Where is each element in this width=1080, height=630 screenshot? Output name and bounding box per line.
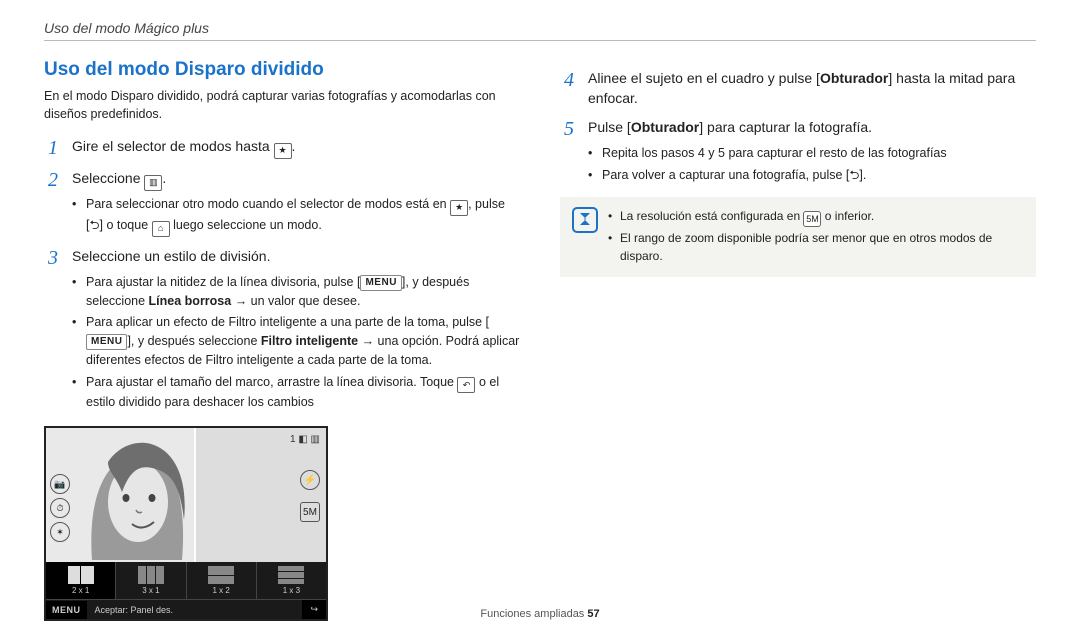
step-2-sub: Para seleccionar otro modo cuando el sel… bbox=[72, 195, 520, 237]
preview-left-icons: 📷 ⏱ ✶ bbox=[50, 474, 70, 542]
resolution-icon: 5M bbox=[803, 211, 821, 227]
thumb-3x1[interactable]: 3 x 1 bbox=[116, 562, 186, 599]
settings-icon: ✶ bbox=[50, 522, 70, 542]
step-number: 5 bbox=[560, 118, 578, 140]
mode-dial-icon: ★ bbox=[274, 143, 292, 159]
note-text: El rango de zoom disponible podría ser m… bbox=[608, 229, 1024, 265]
preview-right-icons: ⚡ 5M bbox=[300, 470, 320, 522]
page-number: 57 bbox=[587, 608, 599, 620]
camera-mode-icon: 📷 bbox=[50, 474, 70, 494]
thumb-label: 2 x 1 bbox=[46, 586, 115, 595]
note-text: La resolución está configurada en bbox=[620, 209, 803, 223]
face-illustration bbox=[72, 432, 192, 560]
step-text: Seleccione un estilo de división. bbox=[72, 247, 270, 269]
note-box: La resolución está configurada en 5M o i… bbox=[560, 197, 1036, 278]
thumb-label: 1 x 2 bbox=[187, 586, 256, 595]
layout-thumbs: 2 x 1 3 x 1 1 x 2 1 x 3 bbox=[46, 562, 326, 599]
thumb-label: 3 x 1 bbox=[116, 586, 185, 595]
back-key-icon: ⮌ bbox=[89, 218, 99, 232]
thumb-1x2[interactable]: 1 x 2 bbox=[187, 562, 257, 599]
step-number: 2 bbox=[44, 169, 62, 191]
preview-topright-icons: 1 ◧ ▥ bbox=[290, 434, 320, 445]
step-2: 2 Seleccione ▥. bbox=[44, 169, 520, 191]
sub-bold: Línea borrosa bbox=[149, 294, 232, 308]
step-number: 3 bbox=[44, 247, 62, 269]
sub-text: → un valor que desee. bbox=[231, 294, 360, 308]
page-title: Uso del modo Disparo dividido bbox=[44, 59, 520, 81]
step-text: Seleccione bbox=[72, 170, 144, 186]
step-3: 3 Seleccione un estilo de división. bbox=[44, 247, 520, 269]
info-icon bbox=[572, 207, 598, 233]
mode-dial-icon: ★ bbox=[450, 200, 468, 216]
timer-icon: ⏱ bbox=[50, 498, 70, 518]
sub-bold: Filtro inteligente bbox=[261, 334, 358, 348]
step-text: Alinee el sujeto en el cuadro y pulse [ bbox=[588, 70, 820, 86]
counter-icon: 1 ◧ ▥ bbox=[290, 434, 320, 445]
menu-button-icon: MENU bbox=[360, 275, 401, 291]
lead-text: En el modo Disparo dividido, podrá captu… bbox=[44, 87, 520, 123]
step-5: 5 Pulse [Obturador] para capturar la fot… bbox=[560, 118, 1036, 140]
menu-button-icon: MENU bbox=[86, 334, 127, 350]
step-bold: Obturador bbox=[820, 70, 888, 86]
step-text: Pulse [ bbox=[588, 119, 631, 135]
sub-text: ], y después seleccione bbox=[127, 334, 260, 348]
step-4: 4 Alinee el sujeto en el cuadro y pulse … bbox=[560, 69, 1036, 108]
step-text: . bbox=[162, 170, 166, 186]
sub-text: Repita los pasos 4 y 5 para capturar el … bbox=[588, 144, 1036, 163]
sub-text: Para ajustar la nitidez de la línea divi… bbox=[86, 275, 360, 289]
step-number: 1 bbox=[44, 137, 62, 159]
step-number: 4 bbox=[560, 69, 578, 108]
thumb-label: 1 x 3 bbox=[257, 586, 326, 595]
undo-icon: ↶ bbox=[457, 377, 475, 393]
thumb-2x1[interactable]: 2 x 1 bbox=[46, 562, 116, 599]
sub-text: Para volver a capturar una fotografía, p… bbox=[602, 168, 849, 182]
sub-text: Para ajustar el tamaño del marco, arrast… bbox=[86, 375, 457, 389]
sub-text: Para seleccionar otro modo cuando el sel… bbox=[86, 197, 450, 211]
note-text: o inferior. bbox=[821, 209, 874, 223]
step-text: ] para capturar la fotografía. bbox=[699, 119, 872, 135]
split-shot-icon: ▥ bbox=[144, 175, 162, 191]
sub-text: luego seleccione un modo. bbox=[170, 218, 322, 232]
home-icon: ⌂ bbox=[152, 221, 170, 237]
step-5-sub: Repita los pasos 4 y 5 para capturar el … bbox=[588, 144, 1036, 185]
step-3-sub: Para ajustar la nitidez de la línea divi… bbox=[72, 273, 520, 412]
camera-preview-figure: 📷 ⏱ ✶ 1 ◧ ▥ ⚡ 5M bbox=[44, 426, 328, 621]
footer-label: Funciones ampliadas bbox=[480, 608, 587, 620]
thumb-1x3[interactable]: 1 x 3 bbox=[257, 562, 326, 599]
sub-text: Para aplicar un efecto de Filtro intelig… bbox=[86, 315, 489, 329]
step-text: . bbox=[292, 138, 296, 154]
page-footer: Funciones ampliadas 57 bbox=[0, 608, 1080, 620]
left-column: Uso del modo Disparo dividido En el modo… bbox=[44, 59, 520, 621]
back-key-icon: ⮌ bbox=[849, 168, 859, 182]
right-column: 4 Alinee el sujeto en el cuadro y pulse … bbox=[560, 59, 1036, 621]
section-header: Uso del modo Mágico plus bbox=[44, 20, 1036, 41]
step-1: 1 Gire el selector de modos hasta ★. bbox=[44, 137, 520, 159]
step-bold: Obturador bbox=[631, 119, 699, 135]
sub-text: ]. bbox=[859, 168, 866, 182]
step-text: Gire el selector de modos hasta bbox=[72, 138, 274, 154]
sub-text: ] o toque bbox=[100, 218, 152, 232]
size-icon: 5M bbox=[300, 502, 320, 522]
flash-icon: ⚡ bbox=[300, 470, 320, 490]
